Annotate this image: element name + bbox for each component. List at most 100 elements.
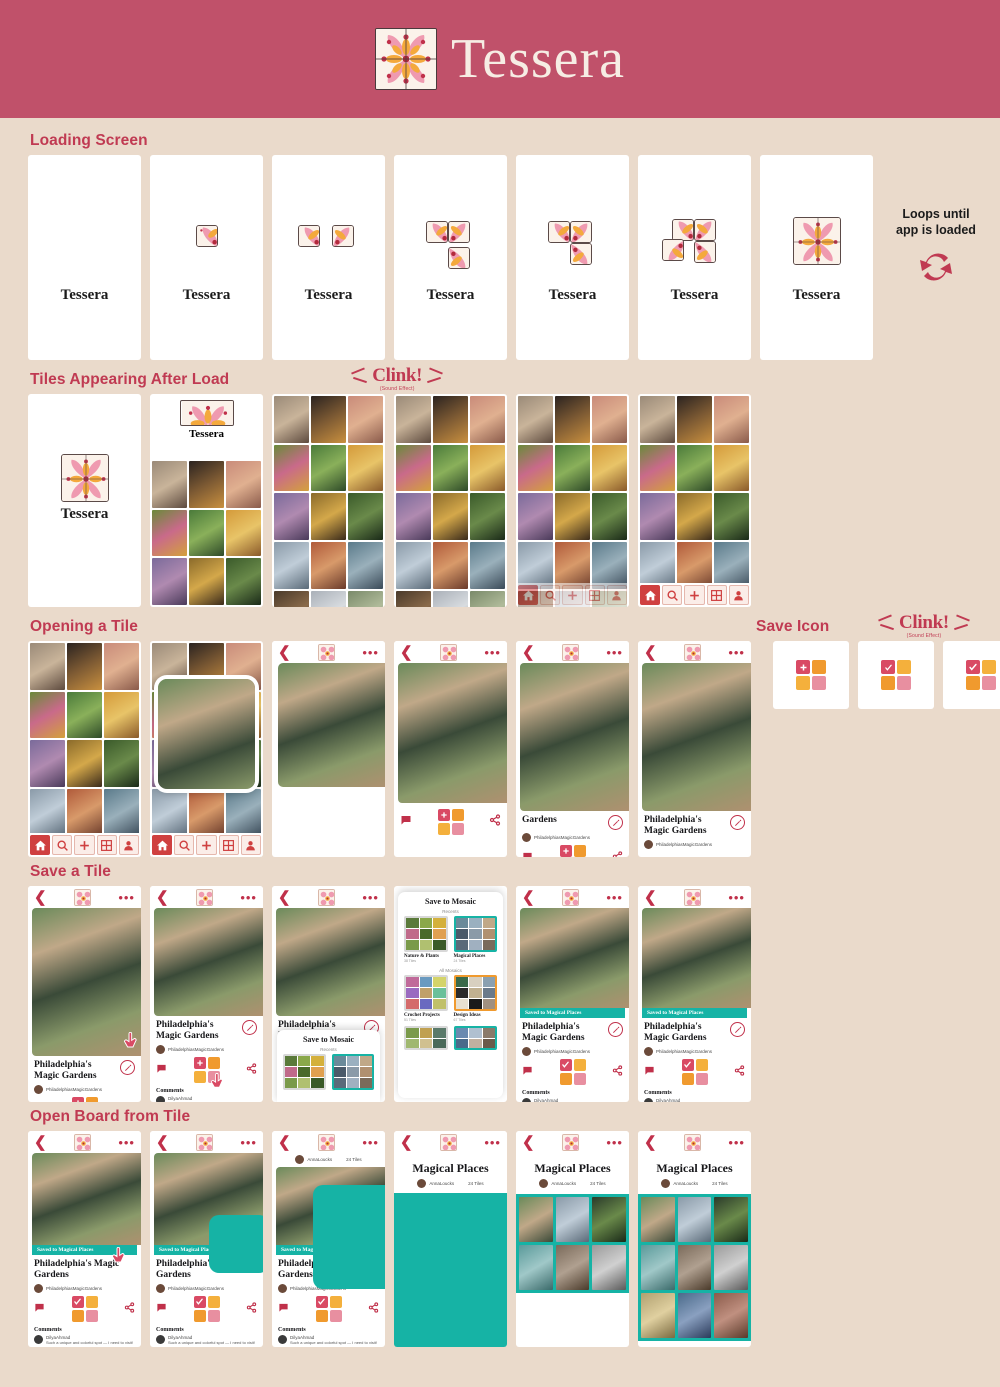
- chevron-left-icon[interactable]: ❮: [400, 645, 413, 660]
- chevron-left-icon[interactable]: ❮: [644, 1135, 657, 1150]
- photo-tile[interactable]: [677, 1197, 712, 1242]
- photo-tile[interactable]: [311, 590, 346, 607]
- photo-tile[interactable]: [152, 788, 187, 836]
- photo-tile[interactable]: [433, 590, 468, 607]
- photo-tile[interactable]: [677, 541, 712, 589]
- nav-search-button[interactable]: [52, 835, 73, 855]
- share-icon[interactable]: [612, 1063, 623, 1081]
- photo-tile[interactable]: [714, 1197, 748, 1242]
- mosaic-card[interactable]: [283, 1054, 326, 1090]
- mosaic-thumbnail[interactable]: [404, 1026, 448, 1050]
- photo-tile[interactable]: [518, 541, 553, 589]
- photo-tile[interactable]: [592, 396, 627, 443]
- photo-tile[interactable]: [226, 461, 261, 508]
- photo-tile[interactable]: [470, 444, 505, 492]
- nav-search-button[interactable]: [174, 835, 195, 855]
- pencil-icon[interactable]: [730, 815, 745, 830]
- bottom-nav-bar[interactable]: [516, 583, 629, 607]
- photo-tile[interactable]: [189, 558, 224, 605]
- mosaic-card[interactable]: Magical Places 24 Tiles: [453, 916, 497, 963]
- photo-tile[interactable]: [677, 1244, 712, 1290]
- photo-tile[interactable]: [518, 493, 553, 540]
- photo-tile[interactable]: [226, 788, 261, 836]
- pencil-icon[interactable]: [730, 1022, 745, 1037]
- chevron-left-icon[interactable]: ❮: [34, 1135, 47, 1150]
- pencil-icon[interactable]: [608, 1022, 623, 1037]
- photo-tile[interactable]: [152, 509, 187, 557]
- photo-tile[interactable]: [104, 691, 139, 739]
- photo-tile[interactable]: [67, 643, 102, 690]
- comment-icon[interactable]: [522, 849, 533, 857]
- save-mosaic-icon[interactable]: [71, 1096, 98, 1102]
- photo-tile[interactable]: [592, 444, 627, 492]
- photo-tile[interactable]: [640, 493, 675, 540]
- photo-tile[interactable]: [67, 691, 102, 739]
- photo-tile[interactable]: [311, 444, 346, 492]
- save-mosaic-icon[interactable]: [437, 809, 464, 835]
- photo-tile[interactable]: [519, 1244, 553, 1290]
- photo-tile[interactable]: [555, 1244, 590, 1290]
- photo-tile[interactable]: [396, 541, 431, 589]
- nav-create-button[interactable]: [562, 585, 583, 605]
- photo-tile[interactable]: [592, 493, 627, 540]
- nav-boards-button[interactable]: [706, 585, 727, 605]
- nav-home-button[interactable]: [640, 585, 661, 605]
- photo-tile[interactable]: [470, 541, 505, 589]
- more-dots-icon[interactable]: •••: [362, 1136, 379, 1149]
- photo-tile[interactable]: [677, 493, 712, 540]
- photo-tile[interactable]: [470, 590, 505, 607]
- save-mosaic-icon[interactable]: [193, 1056, 223, 1088]
- photo-tile[interactable]: [104, 788, 139, 836]
- photo-tile[interactable]: [396, 590, 431, 607]
- nav-create-button[interactable]: [196, 835, 217, 855]
- photo-tile[interactable]: [555, 444, 590, 492]
- comment-icon[interactable]: [644, 1063, 655, 1081]
- share-icon[interactable]: [124, 1101, 135, 1102]
- photo-tile[interactable]: [518, 444, 553, 492]
- photo-tile[interactable]: [348, 444, 383, 492]
- photo-tile[interactable]: [640, 541, 675, 589]
- share-icon[interactable]: [124, 1300, 135, 1318]
- photo-tile[interactable]: [470, 493, 505, 540]
- photo-tile[interactable]: [274, 590, 309, 607]
- save-mosaic-icon[interactable]: [559, 845, 586, 857]
- chevron-left-icon[interactable]: ❮: [278, 890, 291, 905]
- more-dots-icon[interactable]: •••: [118, 1136, 135, 1149]
- photo-tile[interactable]: [641, 1197, 675, 1242]
- photo-tile[interactable]: [641, 1292, 675, 1338]
- photo-tile[interactable]: [714, 396, 749, 443]
- pencil-icon[interactable]: [242, 1020, 257, 1035]
- nav-boards-button[interactable]: [584, 585, 605, 605]
- photo-tile[interactable]: [348, 590, 383, 607]
- photo-tile[interactable]: [311, 396, 346, 443]
- comment-icon[interactable]: [278, 1300, 289, 1318]
- photo-tile[interactable]: [555, 493, 590, 540]
- photo-tile[interactable]: [189, 788, 224, 836]
- nav-home-button[interactable]: [30, 835, 51, 855]
- photo-tile[interactable]: [348, 541, 383, 589]
- more-dots-icon[interactable]: •••: [728, 891, 745, 904]
- comment-icon[interactable]: [34, 1101, 45, 1102]
- photo-tile[interactable]: [640, 444, 675, 492]
- bottom-nav-bar[interactable]: [638, 583, 751, 607]
- more-dots-icon[interactable]: •••: [484, 1136, 501, 1149]
- more-dots-icon[interactable]: •••: [484, 646, 501, 659]
- more-dots-icon[interactable]: •••: [606, 891, 623, 904]
- more-dots-icon[interactable]: •••: [728, 646, 745, 659]
- photo-tile[interactable]: [714, 541, 749, 589]
- comment-icon[interactable]: [400, 813, 412, 831]
- nav-home-button[interactable]: [518, 585, 539, 605]
- mosaic-card[interactable]: Crochet Projects 51 Tiles: [404, 975, 448, 1022]
- more-dots-icon[interactable]: •••: [728, 1136, 745, 1149]
- photo-tile[interactable]: [555, 1197, 590, 1242]
- photo-tile[interactable]: [433, 493, 468, 540]
- share-icon[interactable]: [612, 849, 623, 857]
- photo-tile[interactable]: [714, 1292, 748, 1338]
- photo-tile[interactable]: [348, 493, 383, 540]
- chevron-left-icon[interactable]: ❮: [278, 1135, 291, 1150]
- save-mosaic-icon[interactable]: [681, 1058, 708, 1085]
- more-dots-icon[interactable]: •••: [362, 646, 379, 659]
- chevron-left-icon[interactable]: ❮: [34, 890, 47, 905]
- photo-tile[interactable]: [433, 541, 468, 589]
- photo-tile[interactable]: [677, 444, 712, 492]
